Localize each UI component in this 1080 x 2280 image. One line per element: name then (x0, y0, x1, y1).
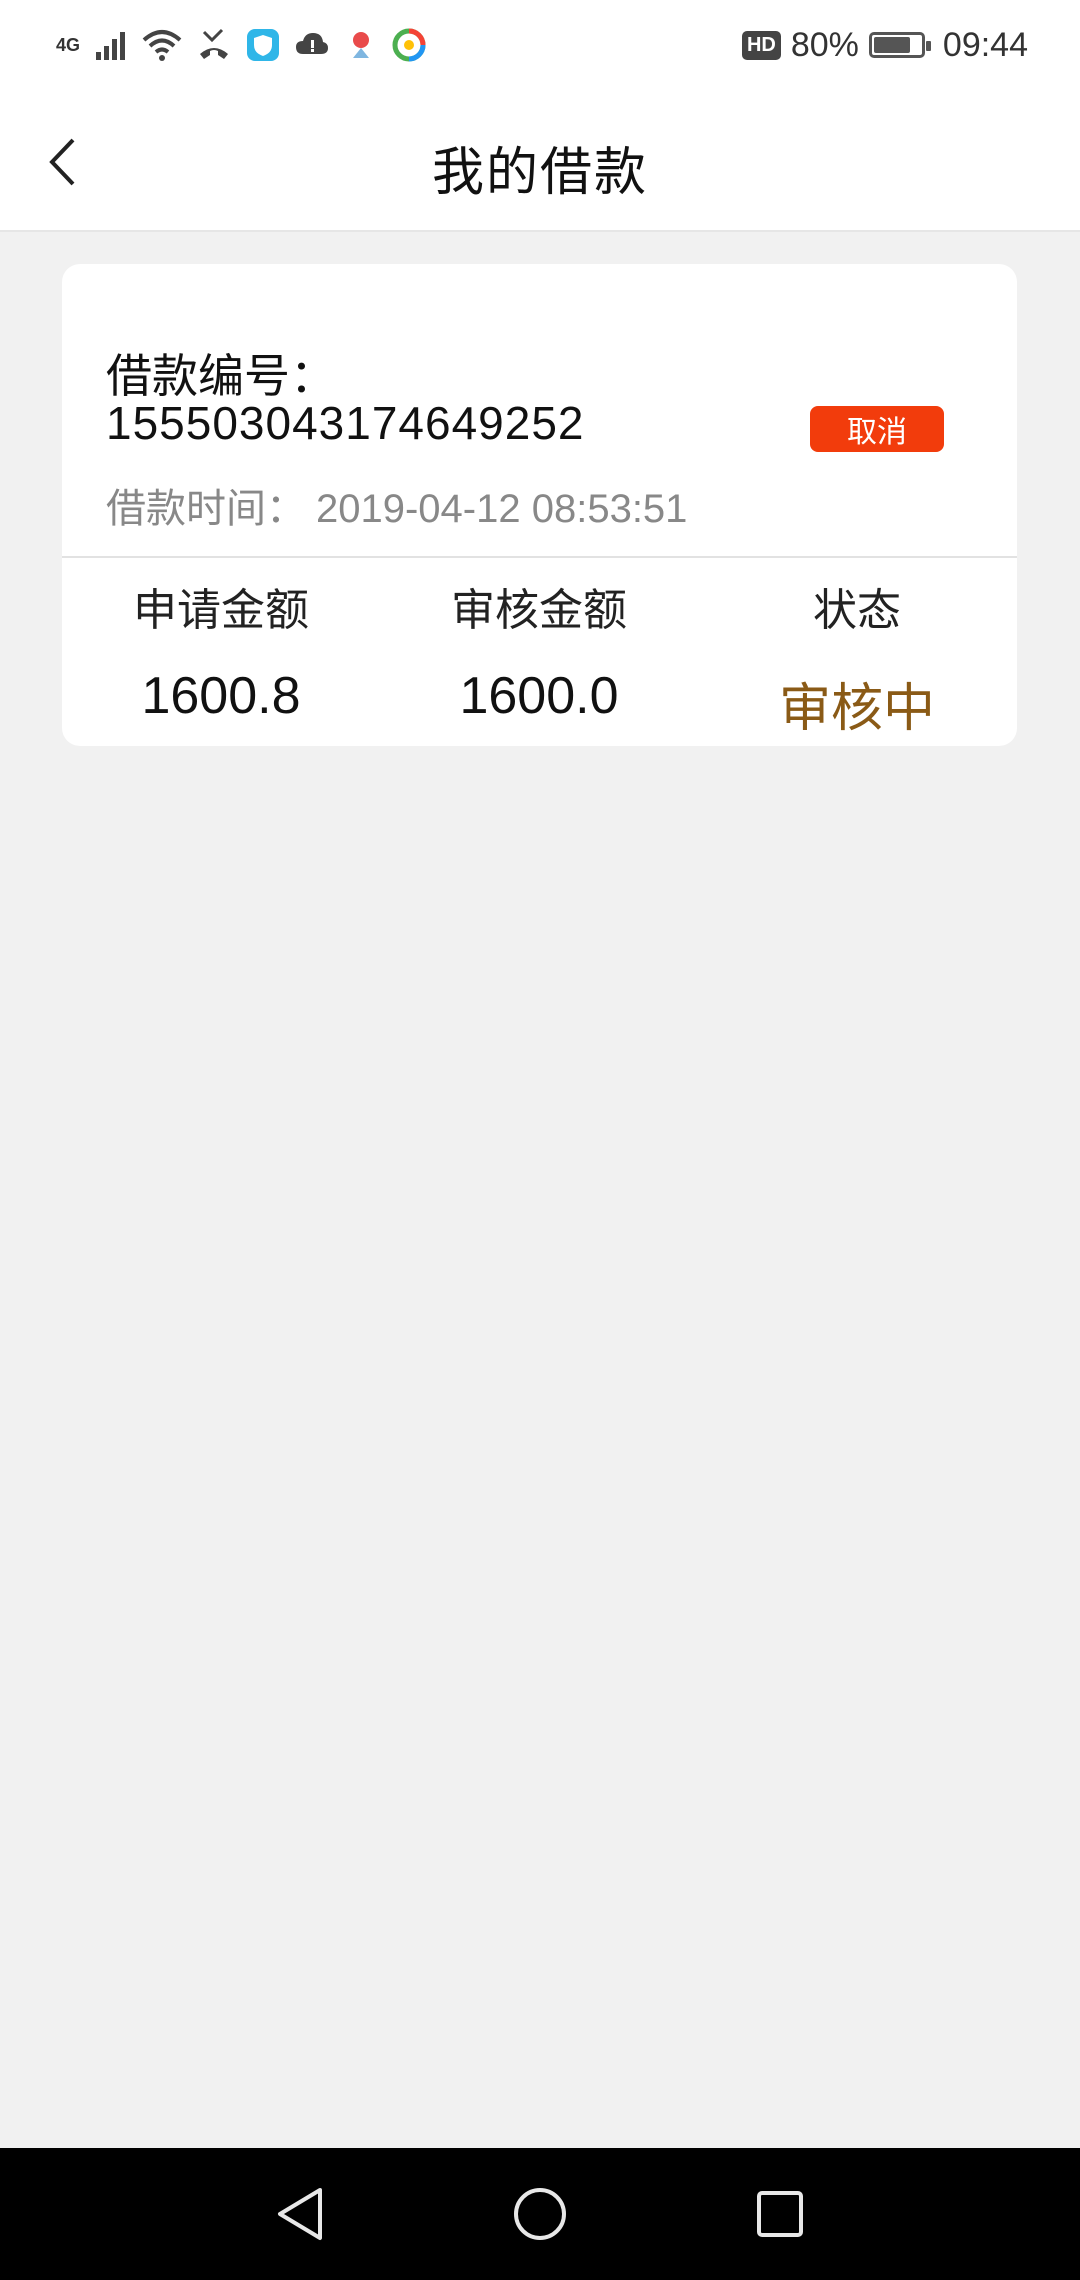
status-value: 审核中 (778, 679, 935, 739)
wifi-icon (142, 30, 182, 61)
battery-level (873, 37, 910, 53)
missed-call-icon (200, 28, 229, 59)
system-home-button[interactable] (510, 2184, 570, 2244)
triangle-back-icon (278, 2188, 322, 2240)
square-recents-icon (757, 2191, 803, 2237)
hd-badge: HD (741, 30, 781, 60)
loan-time-label: 借款时间： (106, 486, 306, 532)
system-nav-bar (0, 2148, 1080, 2280)
loan-card[interactable]: 借款编号： 155503043174649252 取消 借款时间： 2019-04… (62, 264, 1017, 746)
loan-time-value: 2019-04-12 08:53:51 (316, 487, 688, 531)
battery-icon (868, 32, 931, 58)
browser-app-icon (392, 28, 426, 62)
loan-time: 借款时间： 2019-04-12 08:53:51 (106, 476, 687, 534)
network-type: 4G (56, 34, 81, 55)
status-bar-left: 4G (56, 20, 426, 70)
shield-app-icon (247, 29, 280, 61)
page-title: 我的借款 (431, 143, 648, 203)
apply-amount-value: 1600.8 (141, 667, 301, 725)
status-header: 状态 (813, 585, 901, 636)
review-amount-header: 审核金额 (451, 585, 627, 636)
signal-icon (96, 32, 126, 60)
cloud-icon (296, 33, 329, 54)
apply-amount-header: 申请金额 (133, 585, 309, 636)
review-amount-value: 1600.0 (459, 667, 619, 725)
system-back-button[interactable] (270, 2184, 330, 2244)
battery-percent: 80% (790, 25, 859, 64)
divider (62, 556, 1017, 558)
map-pin-app-icon (353, 32, 370, 58)
cancel-button[interactable]: 取消 (810, 406, 944, 452)
clock: 09:44 (942, 25, 1028, 64)
status-bar-right: HD 80% 09:44 (741, 20, 1028, 70)
circle-home-icon (514, 2188, 566, 2240)
status-bar: 4G HD 80% 09:44 (0, 0, 1080, 92)
system-recents-button[interactable] (750, 2184, 810, 2244)
nav-bar: 我的借款 (0, 92, 1080, 232)
loan-number-value: 155503043174649252 (106, 397, 585, 449)
